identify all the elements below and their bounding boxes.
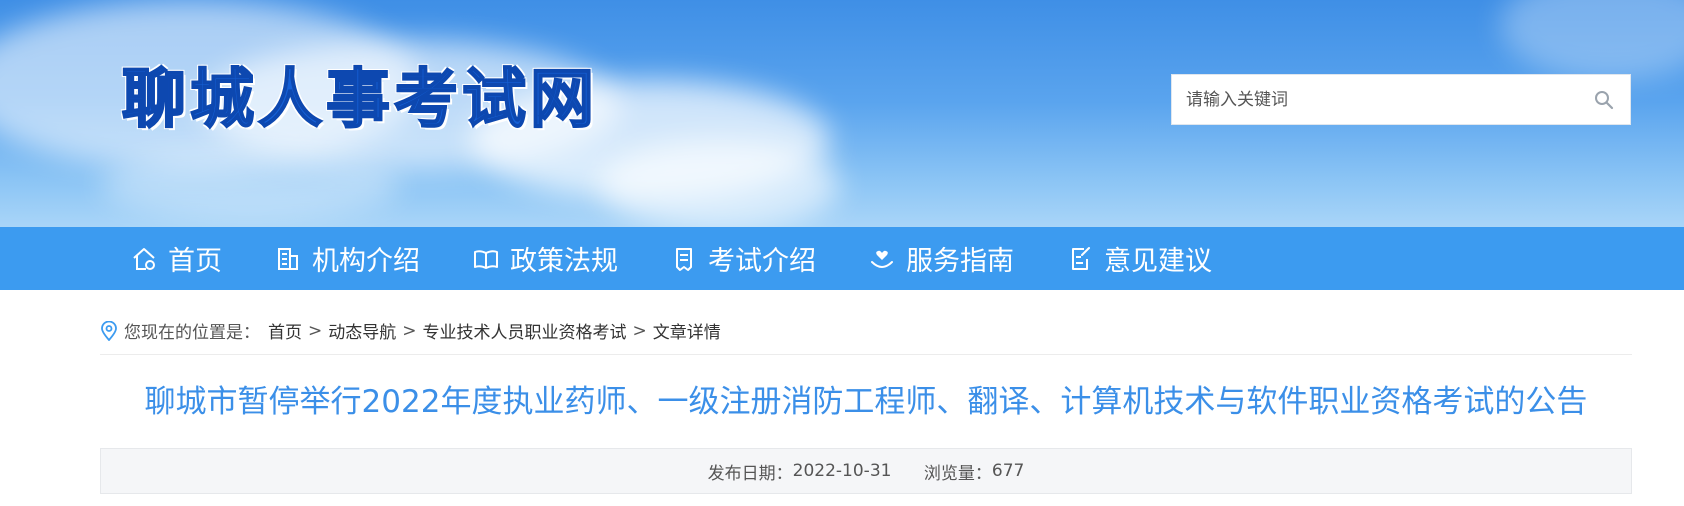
cloud-decoration [1500,0,1684,80]
main-nav: 首页 机构介绍 政策法规 考试介绍 服务指南 意见建议 [0,227,1684,290]
breadcrumb-link-category[interactable]: 专业技术人员职业资格考试 [423,318,627,343]
nav-item-label: 考试介绍 [708,246,816,277]
nav-item-label: 机构介绍 [312,246,420,277]
search-box [1171,74,1631,125]
location-pin-icon [101,320,117,341]
nav-item-feedback[interactable]: 意见建议 [1066,227,1212,290]
nav-item-exam[interactable]: 考试介绍 [670,227,816,290]
nav-item-label: 服务指南 [906,246,1014,277]
document-icon [676,247,692,271]
breadcrumb: 您现在的位置是： 首页 > 动态导航 > 专业技术人员职业资格考试 > 文章详情 [100,307,1632,355]
edit-icon [1072,246,1090,270]
nav-item-about[interactable]: 机构介绍 [274,227,420,290]
search-button[interactable] [1578,75,1630,124]
nav-item-home[interactable]: 首页 [130,227,222,290]
nav-item-label: 政策法规 [510,246,618,277]
search-input[interactable] [1172,75,1578,124]
hand-heart-icon [871,250,893,268]
nav-item-policy[interactable]: 政策法规 [472,227,618,290]
site-logo-title[interactable]: 聊城人事考试网 [121,58,598,142]
header-banner: 聊城人事考试网 [0,0,1684,227]
cloud-decoration [100,150,400,220]
search-icon [1595,90,1614,109]
publish-date: 2022-10-31 [792,461,892,481]
views-count: 677 [991,461,1025,481]
article-title: 聊城市暂停举行2022年度执业药师、一级注册消防工程师、翻译、计算机技术与软件职… [144,384,1588,420]
home-icon [133,247,155,270]
building-icon [278,247,298,270]
breadcrumb-separator: > [308,320,323,341]
meta-spacer [891,461,923,481]
nav-item-label: 意见建议 [1104,246,1212,277]
breadcrumb-current: 文章详情 [652,323,721,343]
article-meta: 发布日期： 2022-10-31 浏览量： 677 [100,448,1632,494]
breadcrumb-label: 您现在的位置是： [124,323,260,343]
nav-item-guide[interactable]: 服务指南 [868,227,1014,290]
views-label: 浏览量： [923,463,992,484]
nav-item-label: 首页 [168,246,222,277]
book-icon [474,249,498,269]
breadcrumb-link-home[interactable]: 首页 [268,318,302,343]
breadcrumb-separator: > [632,320,647,341]
cloud-decoration [600,140,840,227]
breadcrumb-separator: > [402,320,417,341]
publish-date-label: 发布日期： [707,463,793,484]
breadcrumb-link-news[interactable]: 动态导航 [328,318,396,343]
